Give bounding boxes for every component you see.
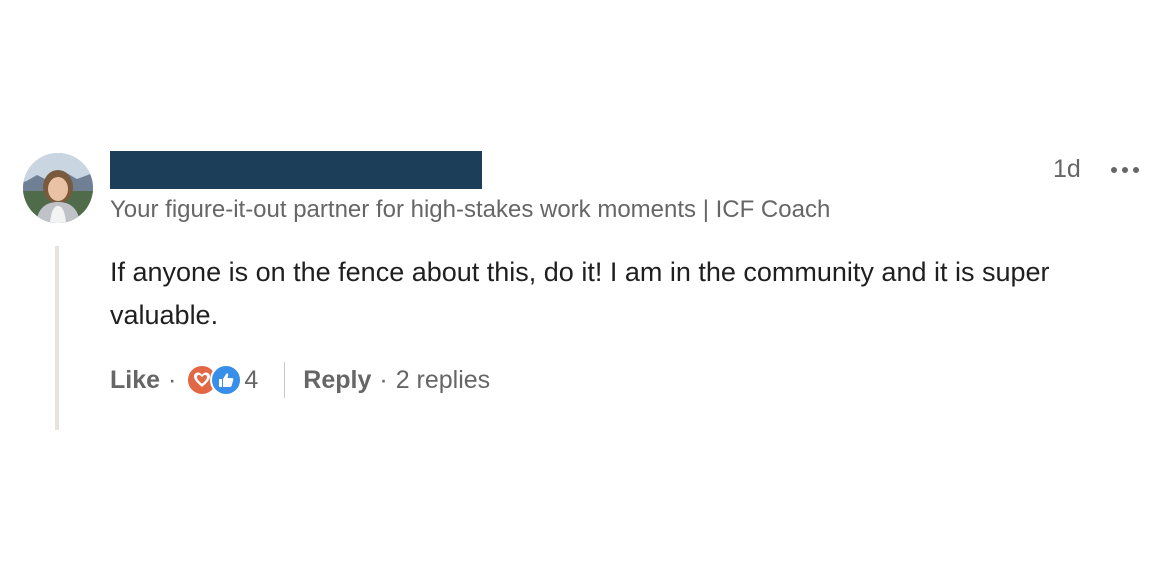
author-name-redacted[interactable] <box>110 151 482 189</box>
like-icon <box>210 364 243 396</box>
reaction-count: 4 <box>244 365 259 394</box>
comment-actions: Like · 4 Reply · 2 replies <box>110 360 490 400</box>
profile-photo-icon <box>23 153 93 223</box>
separator-dot: · <box>168 365 177 394</box>
separator-dot: · <box>379 365 388 394</box>
author-headline: Your figure-it-out partner for high-stak… <box>110 196 831 223</box>
replies-link[interactable]: 2 replies <box>396 366 491 395</box>
more-options-button[interactable] <box>1108 158 1142 182</box>
thread-line <box>55 246 59 430</box>
divider <box>284 362 286 398</box>
reply-button[interactable]: Reply <box>303 366 371 395</box>
ellipsis-icon <box>1111 167 1139 173</box>
avatar[interactable] <box>23 153 93 223</box>
reactions-summary[interactable]: 4 <box>186 364 258 396</box>
comment-body: If anyone is on the fence about this, do… <box>110 257 1050 330</box>
comment-timestamp: 1d <box>1053 155 1081 183</box>
like-button[interactable]: Like <box>110 366 160 395</box>
